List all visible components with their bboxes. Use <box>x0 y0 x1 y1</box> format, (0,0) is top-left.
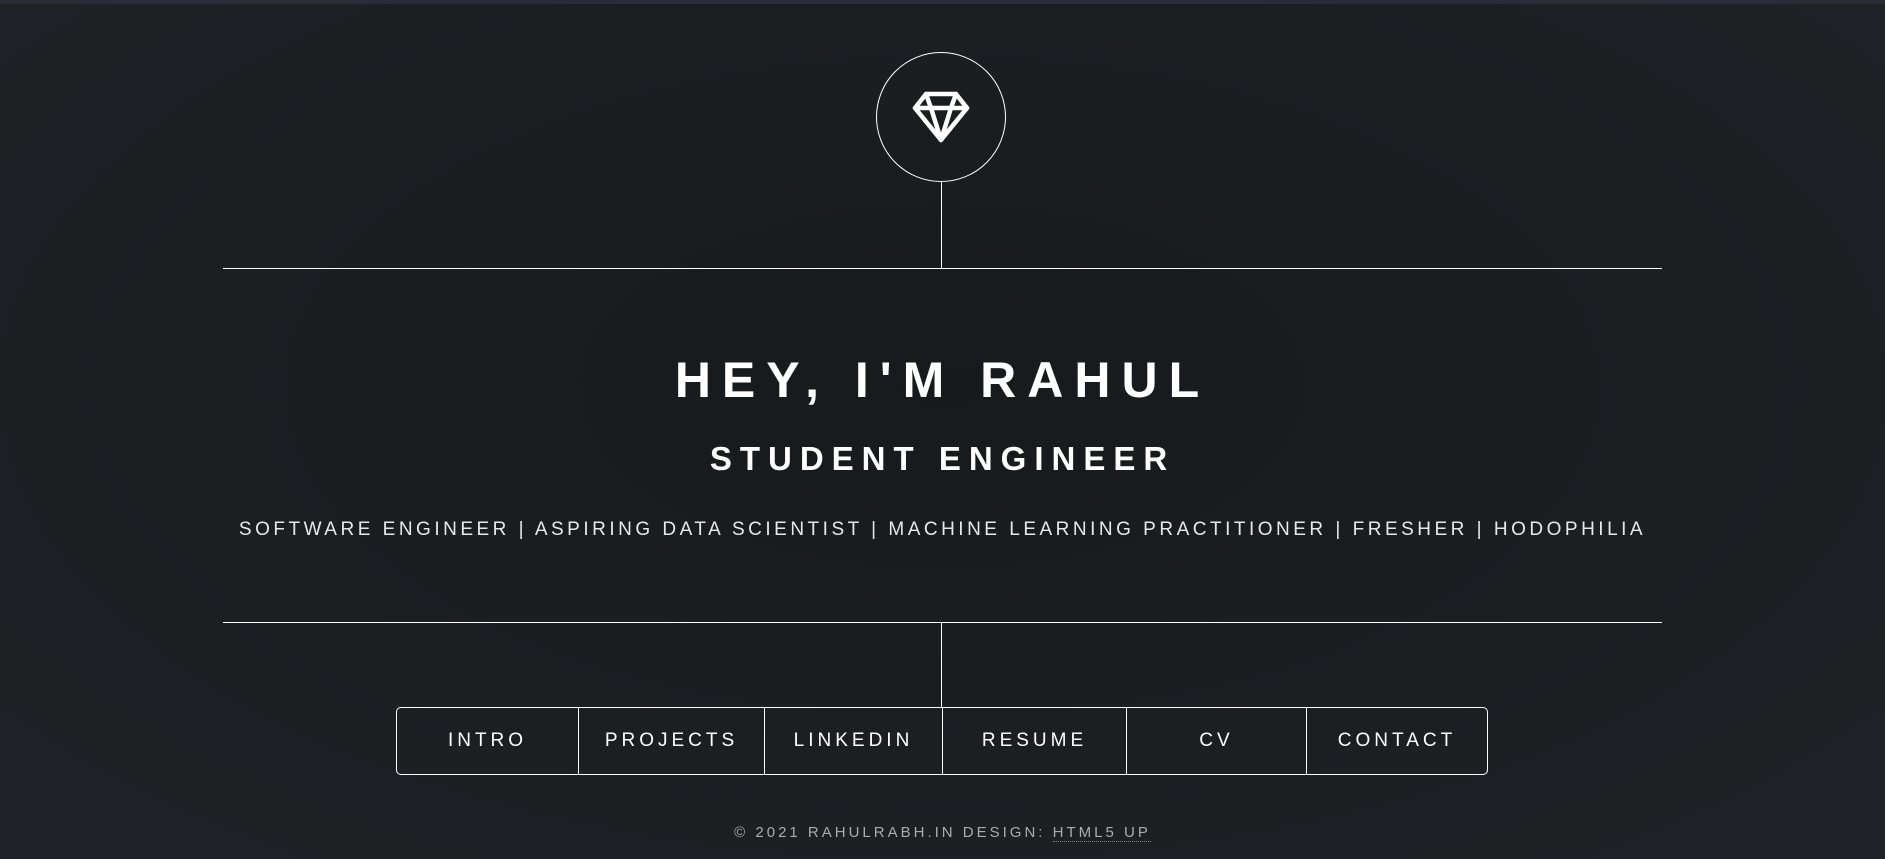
nav-item-linkedin[interactable]: LINKEDIN <box>765 708 943 774</box>
divider-bottom <box>223 622 1662 623</box>
nav-item-contact[interactable]: CONTACT <box>1307 708 1487 774</box>
connector-line-top <box>941 182 942 268</box>
footer: © 2021 RAHULRABH.IN DESIGN: HTML5 UP <box>0 823 1885 843</box>
main-nav: INTRO PROJECTS LINKEDIN RESUME CV CONTAC… <box>396 707 1488 775</box>
connector-line-bottom <box>941 622 942 707</box>
nav-item-cv[interactable]: CV <box>1127 708 1307 774</box>
nav-item-intro[interactable]: INTRO <box>397 708 579 774</box>
diamond-icon <box>912 91 970 143</box>
nav-item-resume[interactable]: RESUME <box>943 708 1127 774</box>
page-subtitle: STUDENT ENGINEER <box>709 440 1176 477</box>
page-title: HEY, I'M RAHUL <box>674 352 1211 408</box>
nav-item-projects[interactable]: PROJECTS <box>579 708 765 774</box>
top-strip <box>0 0 1885 4</box>
footer-design-link[interactable]: HTML5 UP <box>1052 824 1151 842</box>
tagline: SOFTWARE ENGINEER | ASPIRING DATA SCIENT… <box>238 519 1647 540</box>
logo <box>876 52 1006 182</box>
footer-copyright: © 2021 RAHULRABH.IN DESIGN: <box>734 824 1046 841</box>
intro-content: HEY, I'M RAHUL STUDENT ENGINEER SOFTWARE… <box>223 269 1662 622</box>
